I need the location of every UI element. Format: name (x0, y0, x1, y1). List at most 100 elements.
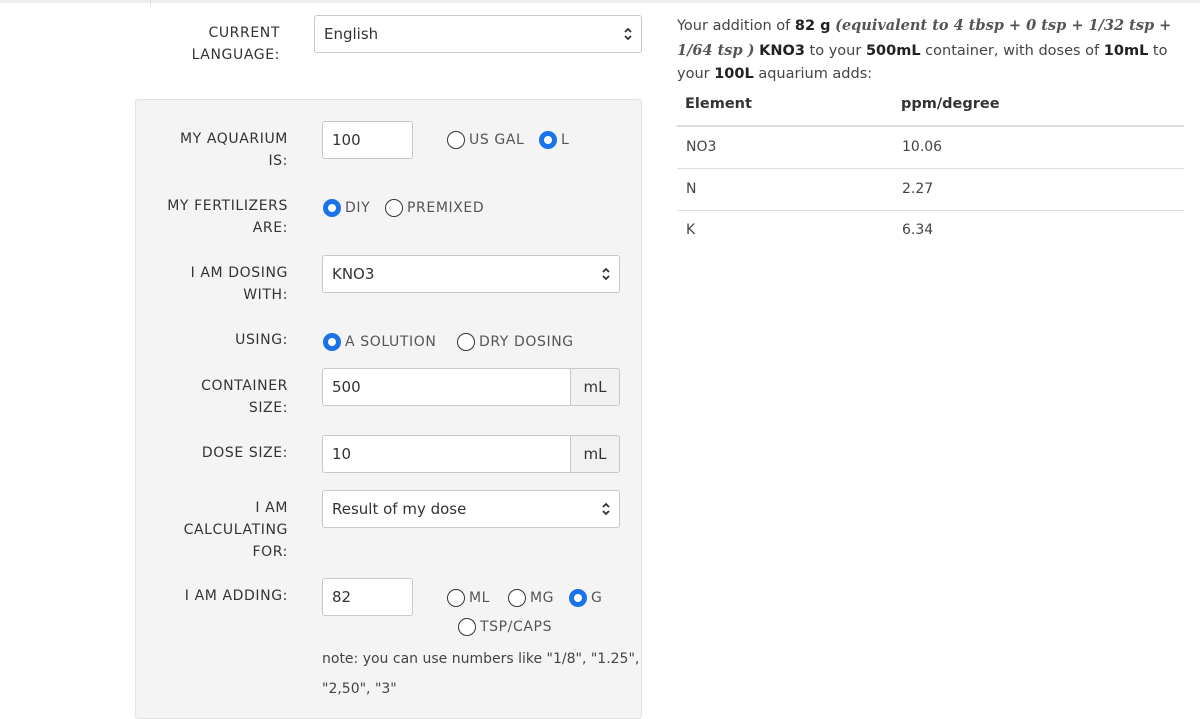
note-line2: "2,50", "3" (322, 681, 397, 697)
calculating-for-label: I AM CALCULATING FOR: (140, 497, 288, 563)
aquarium-label: MY AQUARIUM IS: (140, 128, 288, 172)
container-label-line2: SIZE: (248, 400, 288, 416)
aquarium-size-input[interactable]: 100 (322, 121, 413, 159)
radio-circle-icon (508, 589, 526, 607)
aquarium-size-value: 100 (332, 131, 361, 149)
table-cell-value: 6.34 (902, 222, 934, 238)
dose-unit-addon: mL (570, 435, 620, 473)
summary-tank: 100L (714, 66, 754, 82)
up-down-chevron-icon (601, 491, 611, 527)
dose-size-input[interactable]: 10 (322, 435, 571, 473)
radio-circle-icon (458, 618, 476, 636)
radio-label: US GAL (469, 132, 525, 148)
radio-label: ML (469, 590, 491, 606)
result-summary: Your addition of 82 g (equivalent to 4 t… (677, 14, 1177, 87)
container-label-line1: CONTAINER (201, 378, 288, 394)
radio-circle-icon (447, 589, 465, 607)
container-unit-addon: mL (570, 368, 620, 406)
summary-compound: KNO3 (759, 42, 805, 59)
adding-amount-value: 82 (332, 588, 352, 606)
radio-label: PREMIXED (407, 200, 485, 216)
radio-selected-icon (323, 333, 341, 351)
radio-adding-mg[interactable]: MG (508, 589, 554, 607)
radio-using-solution[interactable]: A SOLUTION (323, 333, 436, 351)
radio-adding-ml[interactable]: ML (447, 589, 490, 607)
table-cell-value: 10.06 (902, 139, 943, 155)
fertilizers-label-line2: ARE: (252, 220, 288, 236)
radio-adding-g[interactable]: G (569, 589, 602, 607)
radio-label: DRY DOSING (479, 334, 574, 350)
top-border (0, 0, 1200, 3)
using-label-text: USING: (235, 332, 288, 348)
calculating-for-label-line1: I AM (255, 500, 288, 516)
radio-selected-icon (323, 199, 341, 217)
radio-label: L (561, 132, 570, 148)
radio-circle-icon (457, 333, 475, 351)
table-cell-element: N (686, 181, 697, 197)
using-label: USING: (140, 329, 288, 351)
summary-text: to your (804, 42, 866, 59)
language-label: CURRENT LANGUAGE: (150, 22, 280, 66)
summary-text: aquarium adds: (753, 66, 873, 82)
dosing-with-label: I AM DOSING WITH: (140, 262, 288, 306)
radio-label: A SOLUTION (345, 334, 437, 350)
note-line1: note: you can use numbers like "1/8", "1… (322, 651, 640, 667)
adding-label: I AM ADDING: (140, 585, 288, 607)
radio-unit-us-gal[interactable]: US GAL (447, 131, 524, 149)
summary-container: 500mL (865, 42, 921, 59)
up-down-chevron-icon (601, 256, 611, 292)
fertilizers-label: MY FERTILIZERS ARE: (140, 195, 288, 239)
summary-amount: 82 g (794, 18, 831, 34)
table-cell-element: K (686, 222, 696, 238)
summary-text: container, with doses of (920, 42, 1104, 59)
radio-selected-icon (539, 131, 557, 149)
language-select-value: English (324, 25, 379, 43)
summary-text: Your addition of (677, 18, 795, 34)
top-divider-tick (150, 0, 151, 6)
calculating-for-label-line3: FOR: (252, 544, 288, 560)
up-down-chevron-icon (623, 16, 633, 52)
calculating-for-label-line2: CALCULATING (183, 522, 288, 538)
adding-label-text: I AM ADDING: (184, 588, 288, 604)
aquarium-label-line2: IS: (268, 153, 288, 169)
dosing-with-label-line1: I AM DOSING (190, 265, 288, 281)
radio-selected-icon (569, 589, 587, 607)
calculation-mode-select[interactable]: Result of my dose (322, 490, 620, 528)
dosing-with-label-line2: WITH: (243, 287, 288, 303)
radio-fertilizer-premixed[interactable]: PREMIXED (385, 199, 484, 217)
aquarium-label-line1: MY AQUARIUM (179, 131, 288, 147)
table-cell-value: 2.27 (902, 181, 934, 197)
table-header-ppm: ppm/degree (901, 96, 1000, 112)
language-label-line1: CURRENT (208, 25, 280, 41)
container-label: CONTAINER SIZE: (140, 375, 288, 419)
dose-size-label-text: DOSE SIZE: (201, 445, 288, 461)
radio-unit-liters[interactable]: L (539, 131, 569, 149)
radio-label: DIY (345, 200, 371, 216)
adding-amount-input[interactable]: 82 (322, 578, 413, 616)
container-size-value: 500 (332, 378, 361, 396)
dose-size-label: DOSE SIZE: (140, 442, 288, 464)
language-label-line2: LANGUAGE: (191, 47, 280, 63)
summary-dose: 10mL (1103, 42, 1149, 59)
radio-circle-icon (447, 131, 465, 149)
radio-label: TSP/CAPS (480, 619, 553, 635)
dosing-compound-value: KNO3 (332, 265, 375, 283)
calculation-mode-value: Result of my dose (332, 500, 467, 518)
table-header-divider (677, 125, 1184, 127)
radio-label: MG (530, 590, 555, 606)
container-size-input[interactable]: 500 (322, 368, 571, 406)
radio-label: G (591, 590, 603, 606)
radio-circle-icon (385, 199, 403, 217)
language-select[interactable]: English (314, 15, 642, 53)
dosing-compound-select[interactable]: KNO3 (322, 255, 620, 293)
table-row-divider (677, 168, 1184, 169)
radio-using-dry-dosing[interactable]: DRY DOSING (457, 333, 574, 351)
fertilizers-label-line1: MY FERTILIZERS (167, 198, 288, 214)
table-header-element: Element (685, 96, 752, 112)
input-format-note: note: you can use numbers like "1/8", "1… (322, 644, 642, 704)
table-cell-element: NO3 (686, 139, 717, 155)
dose-size-value: 10 (332, 445, 352, 463)
radio-adding-tsp-caps[interactable]: TSP/CAPS (458, 618, 552, 636)
table-row-divider (677, 210, 1184, 211)
radio-fertilizer-diy[interactable]: DIY (323, 199, 370, 217)
